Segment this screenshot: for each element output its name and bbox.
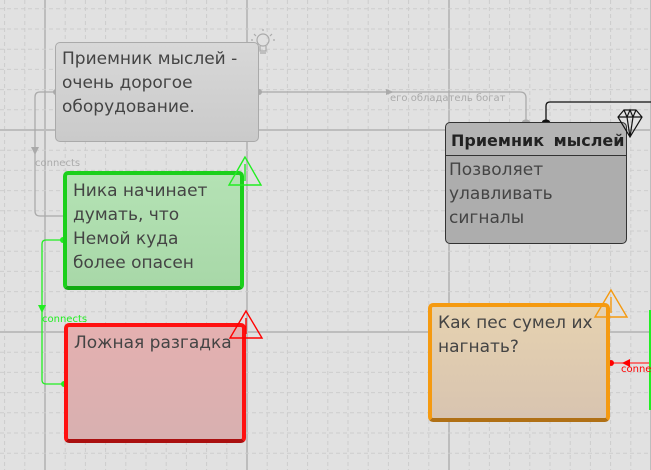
node-dog-question[interactable]: Как пес сумел их нагнать? — [428, 303, 610, 422]
node-text: Позволяет улавливать сигналы — [449, 160, 553, 228]
node-title: Приемник мыслей — [446, 123, 626, 156]
node-text: Ника начинает думать, что Немой куда бол… — [73, 181, 208, 273]
edge-label: его обладатель богат — [390, 93, 506, 104]
node-thought-receiver-entity[interactable]: Приемник мыслей Позволяет улавливать сиг… — [445, 122, 627, 244]
node-false-solution[interactable]: Ложная разгадка — [64, 323, 246, 443]
node-thought-receiver-note[interactable]: Приемник мыслей - очень дорогое оборудов… — [55, 42, 259, 142]
node-text: Ложная разгадка — [74, 333, 232, 353]
node-text: Как пес сумел их нагнать? — [438, 313, 593, 357]
edge-label: connects — [35, 158, 81, 169]
node-text: Приемник мыслей - очень дорогое оборудов… — [62, 49, 238, 117]
edge-label: connects — [42, 314, 88, 325]
edge-label: connec — [621, 364, 651, 375]
node-nika[interactable]: Ника начинает думать, что Немой куда бол… — [63, 171, 244, 290]
